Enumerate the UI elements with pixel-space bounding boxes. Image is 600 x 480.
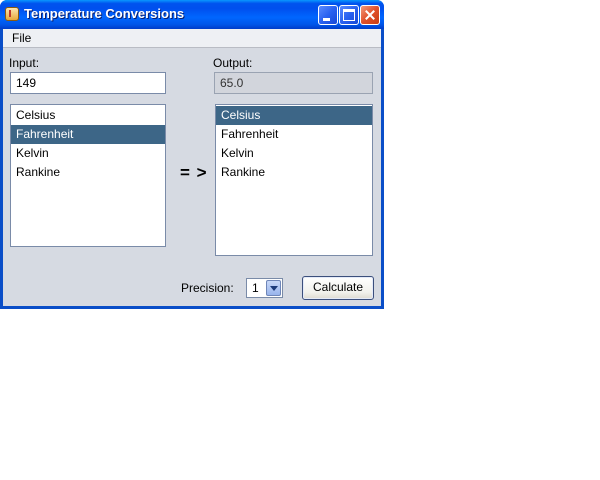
list-item[interactable]: Kelvin — [216, 144, 372, 163]
calculate-button[interactable]: Calculate — [302, 276, 374, 300]
minimize-button[interactable] — [318, 5, 338, 25]
precision-value: 1 — [252, 281, 259, 295]
input-field[interactable]: 149 — [10, 72, 166, 94]
list-item[interactable]: Rankine — [216, 163, 372, 182]
list-item[interactable]: Kelvin — [11, 144, 165, 163]
list-item[interactable]: Celsius — [11, 106, 165, 125]
conversion-arrow: = > — [180, 163, 208, 182]
list-item[interactable]: Celsius — [216, 106, 372, 125]
close-icon — [361, 6, 379, 24]
java-cup-icon[interactable] — [5, 7, 19, 21]
output-field: 65.0 — [214, 72, 373, 94]
maximize-icon — [343, 9, 355, 21]
menu-bar: File — [3, 29, 381, 48]
chevron-down-icon[interactable] — [266, 280, 281, 296]
precision-label: Precision: — [181, 281, 234, 295]
list-item[interactable]: Rankine — [11, 163, 165, 182]
input-label: Input: — [9, 56, 40, 70]
content-pane: File Input: 149 Output: 65.0 Celsius Fah… — [3, 29, 381, 306]
to-unit-list[interactable]: Celsius Fahrenheit Kelvin Rankine — [215, 104, 373, 256]
list-item[interactable]: Fahrenheit — [216, 125, 372, 144]
close-button[interactable] — [360, 5, 380, 25]
title-bar[interactable]: Temperature Conversions — [0, 0, 384, 29]
maximize-button[interactable] — [339, 5, 359, 25]
window-title: Temperature Conversions — [24, 6, 185, 21]
menu-file[interactable]: File — [12, 31, 31, 45]
list-item[interactable]: Fahrenheit — [11, 125, 165, 144]
precision-select[interactable]: 1 — [246, 278, 283, 298]
app-window: Temperature Conversions File Input: 149 … — [0, 0, 384, 309]
from-unit-list[interactable]: Celsius Fahrenheit Kelvin Rankine — [10, 104, 166, 247]
output-label: Output: — [213, 56, 253, 70]
minimize-icon — [323, 18, 330, 21]
